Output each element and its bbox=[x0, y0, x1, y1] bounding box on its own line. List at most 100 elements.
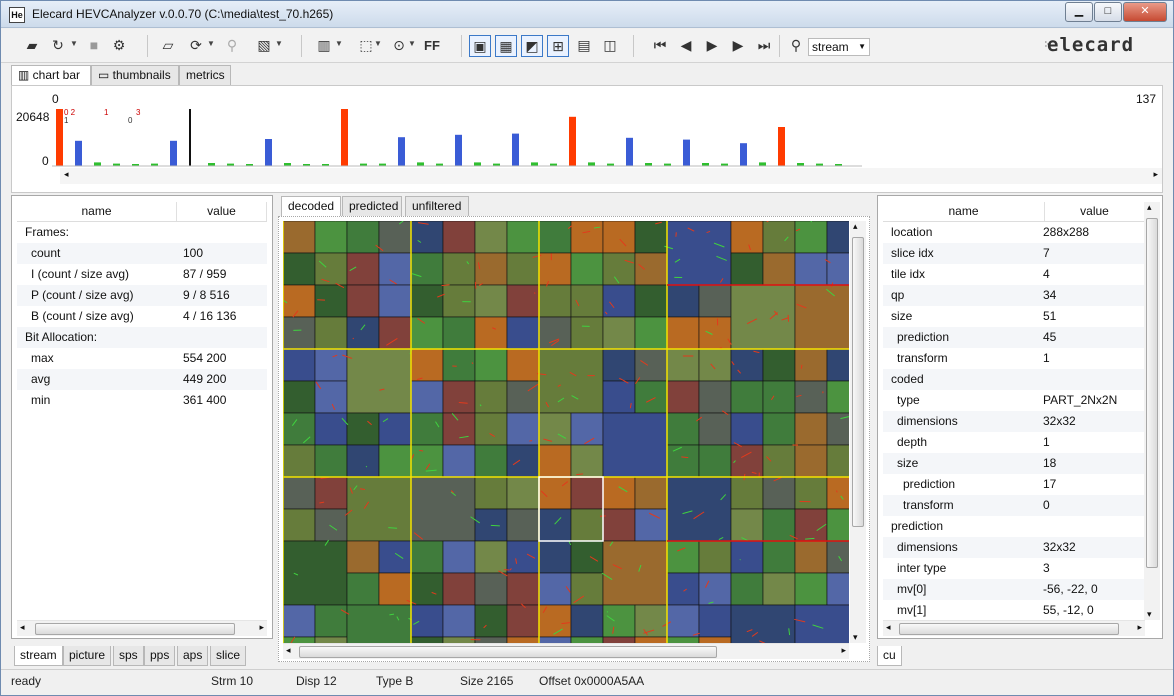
table-row[interactable]: prediction bbox=[883, 516, 1145, 537]
tab-sps[interactable]: sps bbox=[113, 646, 144, 666]
previous-frame-icon[interactable]: ◀ bbox=[675, 35, 697, 57]
table-row[interactable]: mv[0] -56, -22, 0 bbox=[883, 579, 1145, 600]
scroll-right-icon[interactable]: ▸ bbox=[259, 622, 264, 633]
chart-bar[interactable] bbox=[75, 140, 82, 166]
settings-gear-icon[interactable]: ⚙ bbox=[108, 35, 130, 57]
table-row[interactable]: avg 449 200 bbox=[17, 369, 267, 390]
table-row[interactable]: location 288x288 bbox=[883, 222, 1145, 243]
overlay-toggle-icon[interactable]: ▧ bbox=[253, 35, 275, 57]
close-button[interactable]: ✕ bbox=[1123, 2, 1167, 22]
name-column-header[interactable]: name bbox=[17, 202, 177, 221]
scroll-right-icon[interactable]: ▸ bbox=[1137, 622, 1142, 633]
chart-bar[interactable] bbox=[56, 109, 63, 166]
bar-chart-icon[interactable]: ▥ bbox=[313, 35, 335, 57]
filter-icon[interactable]: ⊙ bbox=[388, 35, 410, 57]
chart-bar[interactable] bbox=[189, 109, 191, 166]
reload-dropdown-icon[interactable]: ▼ bbox=[70, 39, 78, 48]
video-vertical-scrollbar[interactable]: ▴ ▾ bbox=[850, 221, 866, 643]
table-row[interactable]: Bit Allocation: bbox=[17, 327, 267, 348]
table-row[interactable]: coded bbox=[883, 369, 1145, 390]
stream-select[interactable]: stream ▼ bbox=[808, 38, 870, 56]
table-row[interactable]: transform 0 bbox=[883, 495, 1145, 516]
chart-bar[interactable] bbox=[531, 162, 538, 166]
table-row[interactable]: B (count / size avg) 4 / 16 136 bbox=[17, 306, 267, 327]
scroll-up-icon[interactable]: ▴ bbox=[853, 221, 858, 232]
tab-cu[interactable]: cu bbox=[877, 646, 902, 666]
chart-bar[interactable] bbox=[512, 133, 519, 166]
table-row[interactable]: qp 34 bbox=[883, 285, 1145, 306]
scroll-left-icon[interactable]: ◂ bbox=[64, 169, 69, 180]
chart-bar[interactable] bbox=[569, 116, 576, 166]
table-row[interactable]: max 554 200 bbox=[17, 348, 267, 369]
open-folder-icon[interactable]: ▱ bbox=[157, 35, 179, 57]
chart-bar[interactable] bbox=[417, 162, 424, 166]
maximize-button[interactable]: □ bbox=[1094, 2, 1122, 22]
tab-picture[interactable]: picture bbox=[63, 646, 112, 666]
scroll-left-icon[interactable]: ◂ bbox=[886, 622, 891, 633]
table-row[interactable]: prediction 45 bbox=[883, 327, 1145, 348]
tab-predicted[interactable]: predicted bbox=[342, 196, 402, 216]
scroll-left-icon[interactable]: ◂ bbox=[20, 622, 25, 633]
left-horizontal-scrollbar[interactable]: ◂ ▸ bbox=[17, 620, 267, 636]
scrollbar-thumb[interactable] bbox=[899, 623, 1119, 635]
chart-bar[interactable] bbox=[170, 140, 177, 166]
chart-bar[interactable] bbox=[778, 127, 785, 166]
overlay-dropdown-icon[interactable]: ▼ bbox=[275, 39, 283, 48]
value-column-header[interactable]: value bbox=[177, 202, 267, 221]
refresh-dropdown-icon[interactable]: ▼ bbox=[207, 39, 215, 48]
tab-unfiltered[interactable]: unfiltered bbox=[405, 196, 469, 216]
chart-bar[interactable] bbox=[588, 162, 595, 166]
decoded-frame-view[interactable] bbox=[283, 221, 849, 643]
table-row[interactable]: depth 1 bbox=[883, 432, 1145, 453]
table-row[interactable]: size 18 bbox=[883, 453, 1145, 474]
table-row[interactable]: dimensions 32x32 bbox=[883, 411, 1145, 432]
scroll-down-icon[interactable]: ▾ bbox=[1147, 609, 1152, 620]
pu-grid-icon[interactable]: ◩ bbox=[521, 35, 543, 57]
table-row[interactable]: size 51 bbox=[883, 306, 1145, 327]
table-row[interactable]: count 100 bbox=[17, 243, 267, 264]
pin-icon[interactable]: ⚲ bbox=[221, 35, 243, 57]
chart-bar[interactable] bbox=[265, 139, 272, 166]
chart-horizontal-scrollbar[interactable]: ◂ ▸ bbox=[60, 168, 1162, 184]
chart-bar[interactable] bbox=[683, 139, 690, 166]
scrollbar-thumb[interactable] bbox=[1146, 218, 1158, 568]
scroll-down-icon[interactable]: ▾ bbox=[853, 632, 858, 643]
ff-button[interactable]: FF bbox=[419, 35, 445, 57]
filter-dropdown-icon[interactable]: ▼ bbox=[408, 39, 416, 48]
play-icon[interactable]: ▶ bbox=[701, 35, 723, 57]
refresh-icon[interactable]: ⟳ bbox=[185, 35, 207, 57]
video-horizontal-scrollbar[interactable]: ◂ ▸ bbox=[283, 643, 849, 659]
next-frame-icon[interactable]: ▶ bbox=[727, 35, 749, 57]
scroll-right-icon[interactable]: ▸ bbox=[1153, 169, 1158, 180]
zoom-block-icon[interactable]: ◫ bbox=[599, 35, 621, 57]
motion-vector-icon[interactable]: ⊞ bbox=[547, 35, 569, 57]
tu-grid-icon[interactable]: ▦ bbox=[495, 35, 517, 57]
first-frame-icon[interactable]: ⏮ bbox=[649, 35, 671, 57]
tab-pps[interactable]: pps bbox=[144, 646, 176, 666]
tab-thumbnails[interactable]: ▭ thumbnails bbox=[91, 65, 179, 85]
right-vertical-scrollbar[interactable]: ▴ ▾ bbox=[1144, 202, 1160, 620]
table-row[interactable]: slice idx 7 bbox=[883, 243, 1145, 264]
table-row[interactable]: P (count / size avg) 9 / 8 516 bbox=[17, 285, 267, 306]
chart-bar[interactable] bbox=[626, 137, 633, 166]
scroll-right-icon[interactable]: ▸ bbox=[841, 645, 846, 656]
chart-bar[interactable] bbox=[341, 109, 348, 166]
table-row[interactable]: mv[1] 55, -12, 0 bbox=[883, 600, 1145, 621]
chart-bar[interactable] bbox=[759, 162, 766, 166]
grid-dropdown-icon[interactable]: ▼ bbox=[374, 39, 382, 48]
last-frame-icon[interactable]: ⏭ bbox=[753, 35, 775, 57]
table-row[interactable]: tile idx 4 bbox=[883, 264, 1145, 285]
name-column-header[interactable]: name bbox=[883, 202, 1045, 221]
chart-bars[interactable] bbox=[52, 106, 862, 168]
frame-size-chart[interactable]: 0 137 20648 0 0 2 1 1 3 0 ◂ ▸ bbox=[11, 85, 1163, 193]
scrollbar-thumb[interactable] bbox=[852, 237, 864, 527]
reload-icon[interactable]: ↻ bbox=[47, 35, 69, 57]
tab-aps[interactable]: aps bbox=[177, 646, 209, 666]
table-row[interactable]: transform 1 bbox=[883, 348, 1145, 369]
table-row[interactable]: min 361 400 bbox=[17, 390, 267, 411]
chart-bar[interactable] bbox=[94, 162, 101, 166]
chart-bar[interactable] bbox=[474, 162, 481, 166]
tab-decoded[interactable]: decoded bbox=[281, 196, 341, 216]
scrollbar-thumb[interactable] bbox=[35, 623, 235, 635]
table-row[interactable]: inter type 3 bbox=[883, 558, 1145, 579]
